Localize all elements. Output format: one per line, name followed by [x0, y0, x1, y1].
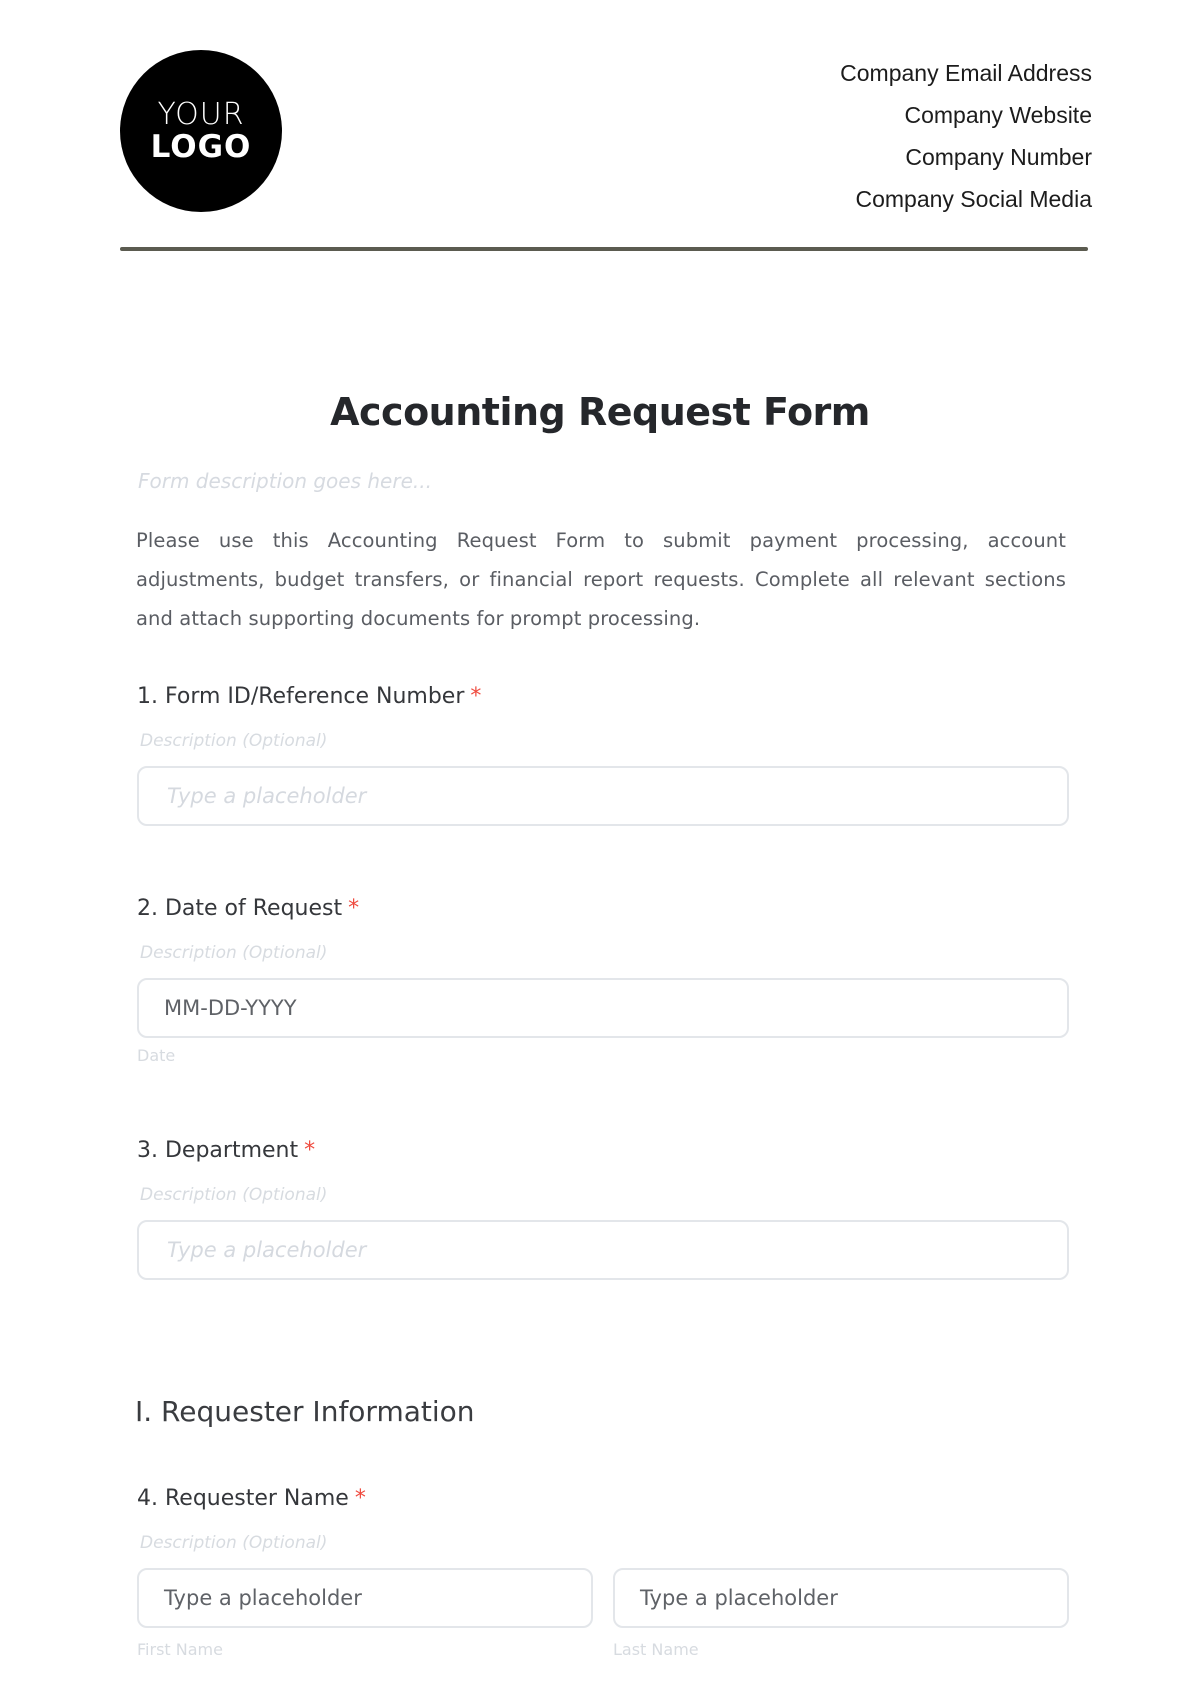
required-asterisk: *	[348, 896, 360, 921]
input-placeholder: Type a placeholder	[167, 784, 367, 808]
field-label-requester-name: 4. Requester Name *	[137, 1486, 366, 1511]
form-intro: Please use this Accounting Request Form …	[136, 529, 1066, 630]
field-label-form-id: 1. Form ID/Reference Number *	[137, 684, 481, 709]
required-asterisk: *	[354, 1486, 366, 1511]
required-asterisk: *	[304, 1138, 316, 1163]
department-input[interactable]: Type a placeholder	[137, 1220, 1069, 1280]
field-description: Description (Optional)	[140, 731, 328, 751]
field-description: Description (Optional)	[140, 1185, 328, 1205]
last-name-input[interactable]: Type a placeholder	[613, 1568, 1069, 1628]
field-label-text: 1. Form ID/Reference Number	[137, 684, 465, 709]
date-of-request-input[interactable]: MM-DD-YYYY	[137, 978, 1069, 1038]
field-label-text: 3. Department	[137, 1138, 299, 1163]
first-name-sub-label: First Name	[137, 1640, 223, 1659]
input-placeholder: Type a placeholder	[640, 1586, 838, 1610]
form-id-input[interactable]: Type a placeholder	[137, 766, 1069, 826]
section-heading-requester-information: I. Requester Information	[135, 1395, 475, 1428]
field-label-department: 3. Department *	[137, 1138, 315, 1163]
company-website: Company Website	[904, 102, 1093, 128]
company-logo: YOUR LOGO	[120, 50, 282, 212]
logo-line-2: LOGO	[150, 129, 252, 165]
first-name-input[interactable]: Type a placeholder	[137, 1568, 593, 1628]
company-email: Company Email Address	[840, 60, 1092, 86]
company-info: Company Email Address Company Website Co…	[840, 52, 1092, 220]
last-name-sub-label: Last Name	[613, 1640, 699, 1659]
input-placeholder: MM-DD-YYYY	[164, 996, 297, 1020]
company-number: Company Number	[905, 144, 1092, 170]
field-label-date-of-request: 2. Date of Request *	[137, 896, 359, 921]
input-placeholder: Type a placeholder	[167, 1238, 367, 1262]
field-label-text: 2. Date of Request	[137, 896, 343, 921]
logo-line-1: YOUR	[157, 97, 245, 132]
form-title: Accounting Request Form	[330, 390, 870, 434]
field-description: Description (Optional)	[140, 1533, 328, 1553]
header-divider	[120, 247, 1088, 251]
field-label-text: 4. Requester Name	[137, 1486, 349, 1511]
field-description: Description (Optional)	[140, 943, 328, 963]
form-description-placeholder[interactable]: Form description goes here...	[138, 469, 432, 493]
required-asterisk: *	[470, 684, 482, 709]
date-sub-label: Date	[137, 1046, 176, 1065]
company-social-media: Company Social Media	[855, 186, 1092, 212]
input-placeholder: Type a placeholder	[164, 1586, 362, 1610]
